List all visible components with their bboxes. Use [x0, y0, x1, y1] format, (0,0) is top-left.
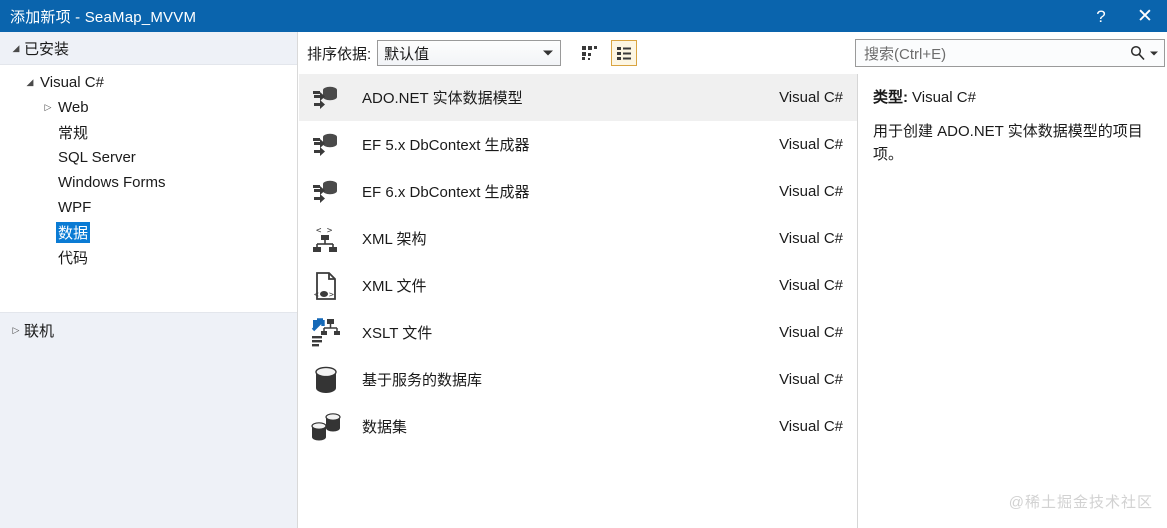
entity-data-model-icon — [308, 174, 344, 210]
search-placeholder: 搜索(Ctrl+E) — [864, 45, 947, 63]
svg-text:<: < — [314, 290, 319, 299]
list-item[interactable]: EF 5.x DbContext 生成器 Visual C# — [299, 121, 857, 168]
list-item[interactable]: EF 6.x DbContext 生成器 Visual C# — [299, 168, 857, 215]
title-bar: 添加新项 - SeaMap_MVVM ? ✕ — [0, 0, 1167, 32]
list-item-language: Visual C# — [779, 371, 843, 388]
detail-type-row: 类型: Visual C# — [873, 86, 1155, 107]
tree-item-label: 常规 — [58, 125, 89, 142]
tree-item-sql-server[interactable]: SQL Server — [0, 145, 297, 170]
xml-schema-icon: < > — [308, 221, 344, 257]
detail-description: 用于创建 ADO.NET 实体数据模型的项目项。 — [873, 123, 1143, 164]
tree-item-windows-forms[interactable]: Windows Forms — [0, 170, 297, 195]
xml-file-icon: < > — [308, 268, 344, 304]
detail-type-label: 类型: — [873, 89, 908, 106]
list-item[interactable]: < > XML 文件 Visual C# — [299, 262, 857, 309]
chevron-right-icon: ▷ — [12, 324, 20, 335]
tree-item-web[interactable]: ▷ Web — [0, 95, 297, 120]
entity-data-model-icon — [308, 80, 344, 116]
tree-item-label: Visual C# — [40, 74, 104, 91]
grid-view-icon — [582, 46, 598, 60]
list-item-name: EF 6.x DbContext 生成器 — [362, 184, 530, 201]
tree-item-code[interactable]: 代码 — [0, 245, 297, 270]
list-item-name: XSLT 文件 — [362, 325, 433, 342]
list-item-name: 数据集 — [362, 419, 408, 436]
search-controls — [1129, 45, 1158, 62]
online-section-header[interactable]: ▷ 联机 — [0, 315, 297, 345]
tree-item-label: WPF — [58, 199, 92, 216]
sort-by-dropdown[interactable]: 默认值 — [377, 40, 562, 66]
detail-type-value: Visual C# — [912, 89, 976, 106]
close-button[interactable]: ✕ — [1123, 0, 1167, 32]
tree-item-label: 代码 — [58, 250, 89, 267]
chevron-expanded-icon: ◢ — [12, 42, 20, 53]
tree-item-label-selected: 数据 — [56, 222, 91, 243]
list-toolbar: 排序依据: 默认值 搜索(Ctrl+E) — [299, 32, 1167, 74]
installed-label: 已安装 — [24, 40, 70, 58]
list-item[interactable]: ADO.NET 实体数据模型 Visual C# — [299, 74, 857, 121]
tree-item-label: Web — [58, 99, 89, 116]
search-box[interactable]: 搜索(Ctrl+E) — [855, 39, 1165, 67]
sort-by-label: 排序依据: — [307, 45, 372, 63]
chevron-down-icon[interactable] — [1150, 51, 1158, 55]
list-item[interactable]: 基于服务的数据库 Visual C# — [299, 356, 857, 403]
add-new-item-dialog: 添加新项 - SeaMap_MVVM ? ✕ ◢ 已安装 ◢ Visual C#… — [0, 0, 1167, 528]
tree-item-general[interactable]: 常规 — [0, 120, 297, 145]
sort-by-value: 默认值 — [384, 45, 430, 63]
list-item-language: Visual C# — [779, 136, 843, 153]
tree-item-label: Windows Forms — [58, 174, 166, 191]
list-item-name: 基于服务的数据库 — [362, 372, 483, 389]
categories-sidebar: ◢ 已安装 ◢ Visual C# ▷ Web 常规 SQL Server Wi… — [0, 32, 298, 528]
tree-item-wpf[interactable]: WPF — [0, 195, 297, 220]
svg-text:< >: < > — [316, 226, 333, 236]
window-controls: ? ✕ — [1079, 0, 1167, 32]
list-item[interactable]: XSLT 文件 Visual C# — [299, 309, 857, 356]
grid-view-button[interactable] — [577, 40, 603, 66]
help-button[interactable]: ? — [1079, 0, 1123, 32]
online-label: 联机 — [24, 322, 55, 340]
list-item-language: Visual C# — [779, 324, 843, 341]
dialog-title: 添加新项 - SeaMap_MVVM — [10, 8, 197, 26]
tree-item-visual-csharp[interactable]: ◢ Visual C# — [0, 70, 297, 95]
chevron-right-icon[interactable]: ▷ — [40, 102, 56, 113]
xslt-file-icon — [308, 315, 344, 351]
list-item-language: Visual C# — [779, 230, 843, 247]
chevron-expanded-icon[interactable]: ◢ — [22, 77, 38, 88]
list-item-name: XML 架构 — [362, 231, 427, 248]
entity-data-model-icon — [308, 127, 344, 163]
database-icon — [308, 362, 344, 398]
list-item-name: EF 5.x DbContext 生成器 — [362, 137, 530, 154]
list-item[interactable]: 数据集 Visual C# — [299, 403, 857, 450]
list-item-name: ADO.NET 实体数据模型 — [362, 90, 523, 107]
list-view-button[interactable] — [611, 40, 638, 66]
chevron-down-icon — [543, 50, 554, 56]
view-mode-buttons — [577, 40, 638, 66]
svg-text:>: > — [329, 290, 334, 299]
search-icon — [1130, 45, 1145, 61]
list-item-language: Visual C# — [779, 277, 843, 294]
category-tree: ◢ Visual C# ▷ Web 常规 SQL Server Windows … — [0, 64, 297, 313]
tree-item-label: SQL Server — [58, 149, 136, 166]
list-view-icon — [617, 47, 632, 60]
installed-section-header[interactable]: ◢ 已安装 — [0, 32, 297, 64]
list-item-language: Visual C# — [779, 89, 843, 106]
detail-panel: 类型: Visual C# 用于创建 ADO.NET 实体数据模型的项目项。 @稀… — [859, 74, 1167, 528]
template-list[interactable]: ADO.NET 实体数据模型 Visual C# EF 5.x DbContex… — [299, 74, 858, 528]
dataset-icon — [308, 409, 344, 445]
list-item-language: Visual C# — [779, 418, 843, 435]
list-item[interactable]: < > XML 架构 Visual C# — [299, 215, 857, 262]
tree-item-data[interactable]: 数据 — [0, 220, 297, 245]
list-item-name: XML 文件 — [362, 278, 427, 295]
watermark: @稀土掘金技术社区 — [1008, 494, 1153, 511]
list-item-language: Visual C# — [779, 183, 843, 200]
